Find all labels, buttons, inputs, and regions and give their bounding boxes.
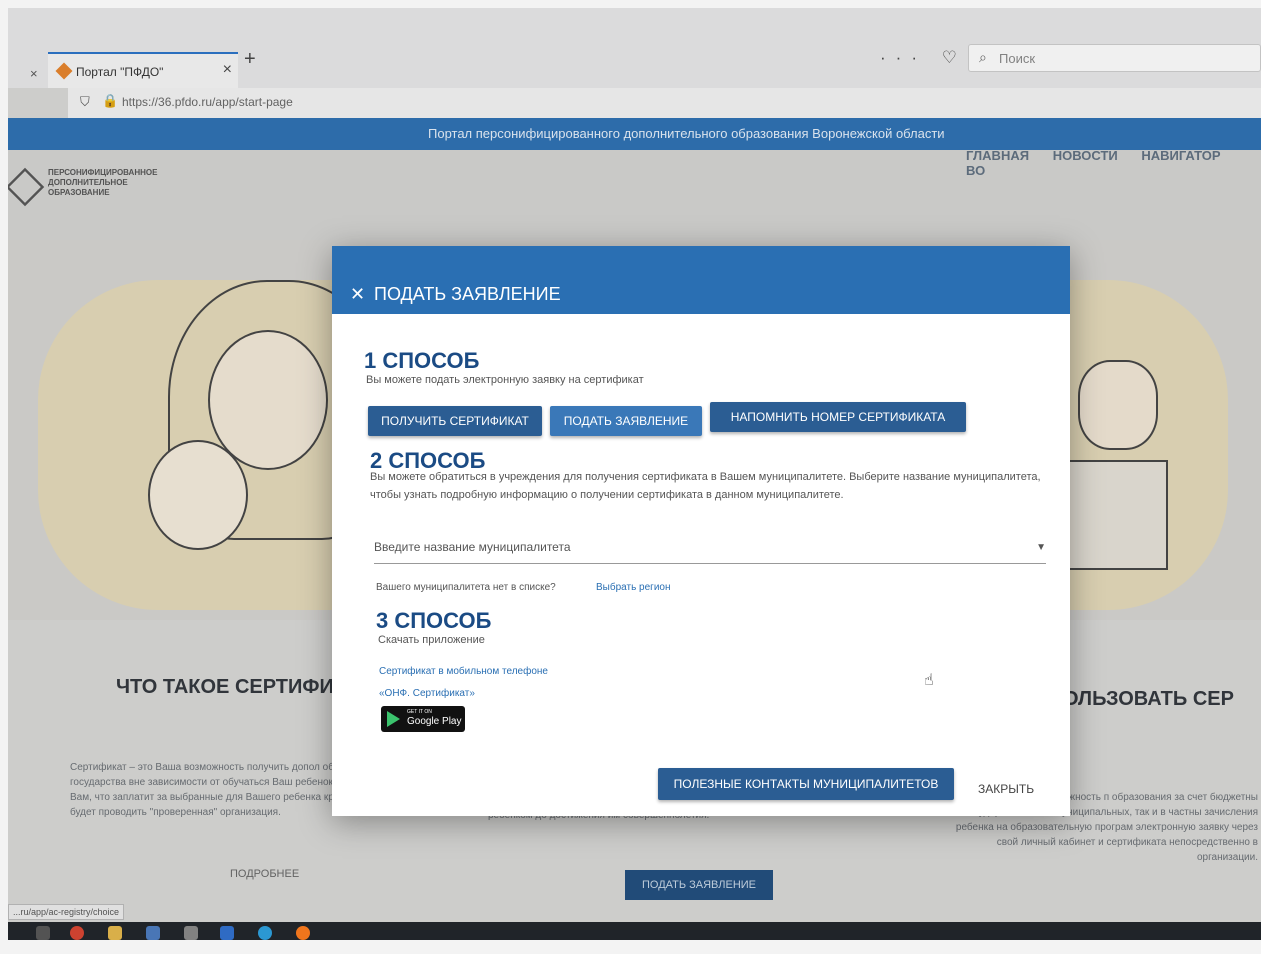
way2-description: Вы можете обратиться в учреждения для по…	[370, 471, 1041, 501]
municipality-placeholder: Введите название муниципалитета	[374, 540, 571, 554]
modal-header: ✕ ПОДАТЬ ЗАЯВЛЕНИЕ	[332, 246, 1070, 314]
screen: × Портал "ПФДО" × + ··· ♡ ☆ ⌕ Поиск ⛉ 🔒 …	[8, 8, 1261, 940]
municipality-select[interactable]: Введите название муниципалитета ▼	[374, 536, 1046, 564]
google-play-badge[interactable]: GET IT ON Google Play	[381, 706, 465, 732]
choose-region-link[interactable]: Выбрать регион	[596, 582, 671, 593]
submit-application-button[interactable]: ПОДАТЬ ЗАЯВЛЕНИЕ	[550, 406, 702, 436]
way1-heading: 1 СПОСОБ	[364, 348, 480, 373]
mobile-certificate-link[interactable]: Сертификат в мобильном телефоне	[379, 666, 548, 677]
way1-subtitle: Вы можете подать электронную заявку на с…	[366, 374, 644, 386]
get-certificate-button[interactable]: ПОЛУЧИТЬ СЕРТИФИКАТ	[368, 406, 542, 436]
onf-certificate-link[interactable]: «ОНФ. Сертификат»	[379, 688, 475, 699]
modal-title: ПОДАТЬ ЗАЯВЛЕНИЕ	[374, 284, 561, 304]
remind-certificate-number-button[interactable]: НАПОМНИТЬ НОМЕР СЕРТИФИКАТА	[710, 402, 966, 432]
google-play-icon	[387, 711, 400, 727]
way3-subtitle: Скачать приложение	[378, 634, 485, 646]
monitor-bezel: × Портал "ПФДО" × + ··· ♡ ☆ ⌕ Поиск ⛉ 🔒 …	[0, 0, 1261, 954]
useful-contacts-button[interactable]: ПОЛЕЗНЫЕ КОНТАКТЫ МУНИЦИПАЛИТЕТОВ	[658, 768, 954, 800]
hand-cursor-icon: ☝	[924, 672, 934, 689]
close-icon[interactable]: ✕	[350, 284, 365, 305]
close-button[interactable]: ЗАКРЫТЬ	[978, 782, 1034, 796]
dropdown-arrow-icon[interactable]: ▼	[1036, 542, 1046, 553]
gplay-big-text: Google Play	[407, 716, 462, 727]
gplay-small-text: GET IT ON	[407, 709, 432, 715]
way3-heading: 3 СПОСОБ	[376, 608, 492, 633]
apply-modal: ✕ ПОДАТЬ ЗАЯВЛЕНИЕ 1 СПОСОБ Вы можете по…	[332, 246, 1070, 816]
region-question: Вашего муниципалитета нет в списке?	[376, 582, 556, 593]
